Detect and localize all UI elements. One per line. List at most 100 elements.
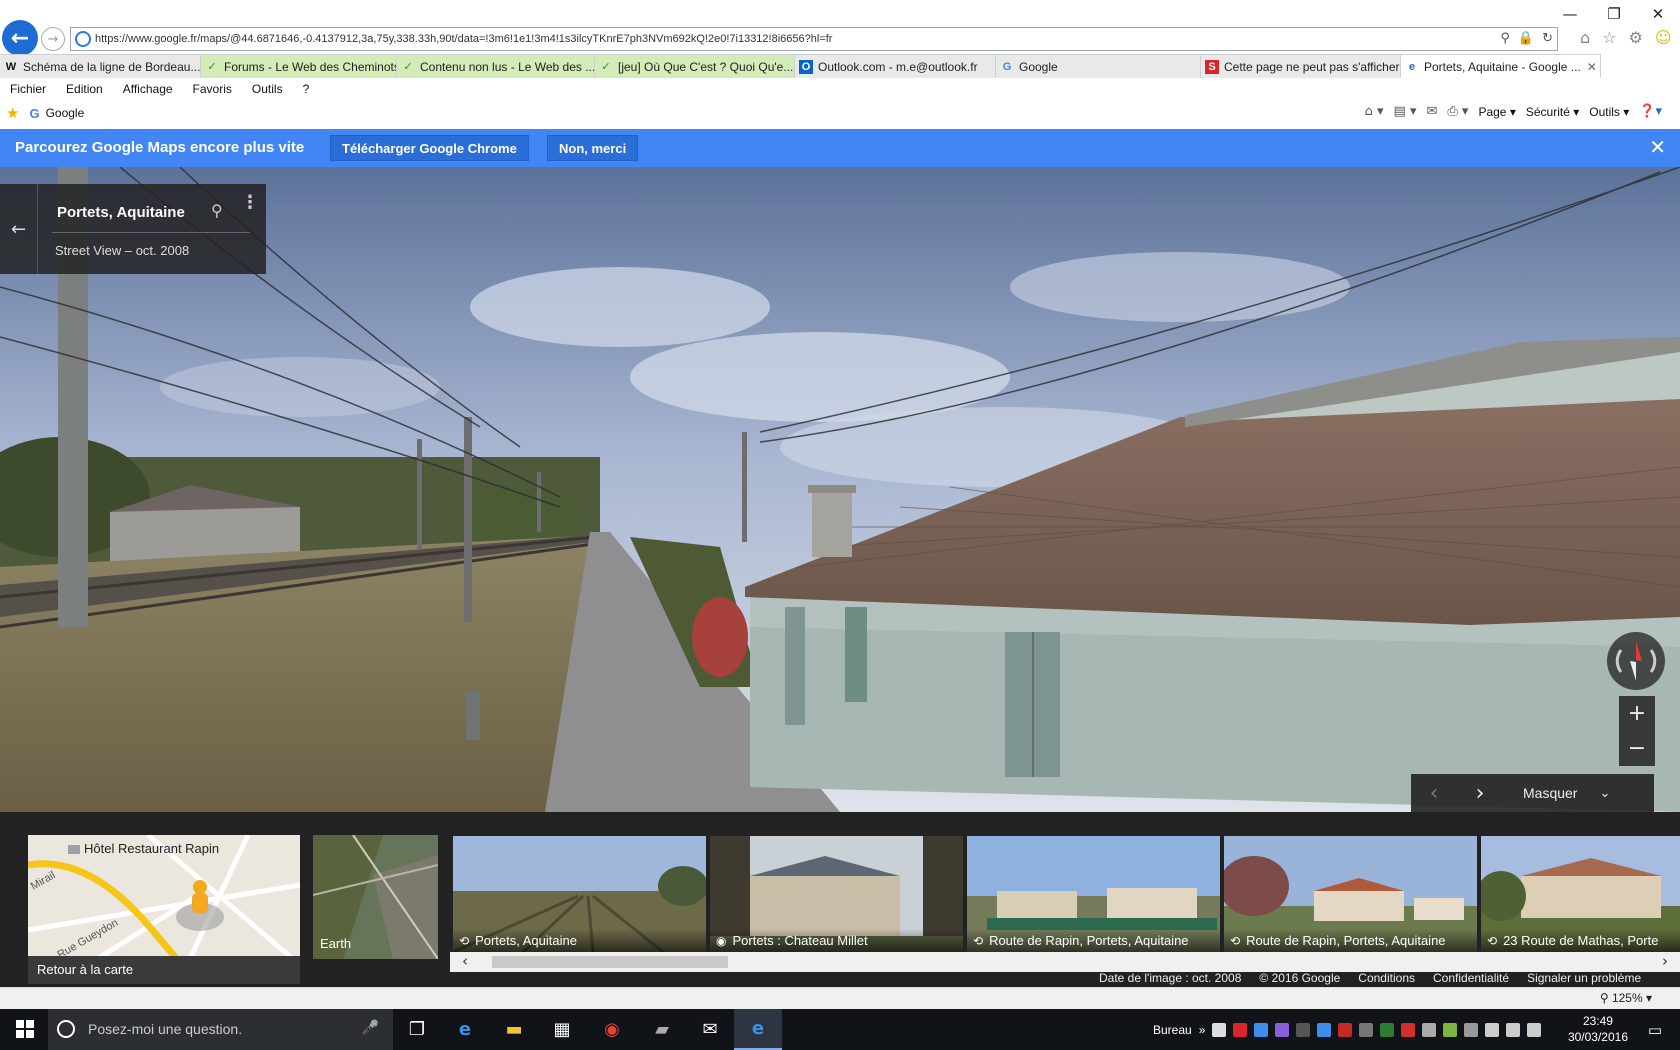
- menu-outils[interactable]: Outils: [242, 79, 293, 99]
- tray-app-icon[interactable]: [1275, 1022, 1290, 1037]
- clock[interactable]: 23:49 30/03/2016: [1568, 1013, 1628, 1045]
- tools-menu[interactable]: Outils ▾: [1589, 105, 1629, 119]
- mail-icon[interactable]: ✉: [686, 1009, 734, 1050]
- close-tab-icon[interactable]: ✕: [1587, 60, 1597, 74]
- zoom-level[interactable]: ⚲ 125% ▾: [1600, 991, 1652, 1005]
- home-icon[interactable]: ⌂ ▾: [1365, 104, 1384, 119]
- onedrive-icon[interactable]: [1212, 1022, 1227, 1037]
- menu-help[interactable]: ?: [293, 79, 320, 99]
- smiley-icon[interactable]: ☺: [1655, 28, 1672, 47]
- app-icon[interactable]: ▰: [638, 1009, 686, 1050]
- chevron-icon[interactable]: »: [1199, 1023, 1206, 1037]
- photo-thumbnail[interactable]: ⟲ Route de Rapin, Portets, Aquitaine: [967, 836, 1220, 952]
- tray-app-icon[interactable]: [1254, 1022, 1269, 1037]
- network-icon[interactable]: [1485, 1022, 1500, 1037]
- keyboard-icon[interactable]: [1527, 1022, 1542, 1037]
- tab-contenu[interactable]: ✓ Contenu non lus - Le Web des ...: [397, 54, 595, 78]
- zoom-out-icon[interactable]: −: [1619, 731, 1655, 766]
- close-banner-icon[interactable]: ✕: [1649, 135, 1666, 159]
- security-menu[interactable]: Sécurité ▾: [1526, 105, 1579, 119]
- tray-app-icon[interactable]: [1296, 1022, 1311, 1037]
- scrollbar-thumb[interactable]: [492, 956, 728, 968]
- tab-google[interactable]: G Google: [996, 54, 1201, 78]
- next-arrow-icon[interactable]: ›: [1457, 781, 1503, 806]
- tab-outlook[interactable]: O Outlook.com - m.e@outlook.fr: [795, 54, 996, 78]
- tray-app-icon[interactable]: [1464, 1022, 1479, 1037]
- report-link[interactable]: Signaler un problème: [1518, 970, 1650, 987]
- more-options-icon[interactable]: ⋮: [241, 194, 259, 212]
- system-tray: Bureau »: [1153, 1009, 1542, 1050]
- address-bar[interactable]: https://www.google.fr/maps/@44.6871646,-…: [70, 27, 1558, 51]
- windows-start-icon[interactable]: [16, 1020, 34, 1038]
- microphone-icon[interactable]: 🎤: [362, 1020, 379, 1036]
- restore-icon[interactable]: ❐: [1592, 0, 1636, 28]
- earth-view-button[interactable]: Earth: [313, 835, 438, 959]
- map-pin-icon[interactable]: ⚲: [211, 201, 223, 220]
- scroll-left-icon[interactable]: ‹: [462, 952, 468, 970]
- hide-button[interactable]: Masquer: [1523, 785, 1577, 801]
- internet-explorer-icon[interactable]: e: [734, 1009, 782, 1050]
- photo-thumbnail[interactable]: ⟲ Route de Rapin, Portets, Aquitaine: [1224, 836, 1477, 952]
- tray-app-icon[interactable]: [1380, 1022, 1395, 1037]
- zoom-in-icon[interactable]: +: [1619, 696, 1655, 731]
- store-icon[interactable]: ▦: [538, 1009, 586, 1050]
- feeds-icon[interactable]: ▤ ▾: [1394, 104, 1417, 119]
- search-icon[interactable]: ⚲: [1500, 31, 1510, 46]
- lock-icon[interactable]: 🔒: [1518, 31, 1534, 46]
- tray-app-icon[interactable]: [1359, 1022, 1374, 1037]
- back-arrow-icon[interactable]: ←: [0, 184, 38, 274]
- chrome-icon[interactable]: ◉: [588, 1009, 636, 1050]
- menu-fichier[interactable]: Fichier: [0, 79, 56, 99]
- home-icon[interactable]: ⌂: [1580, 28, 1590, 47]
- gear-icon[interactable]: ⚙: [1629, 28, 1643, 47]
- tray-app-icon[interactable]: [1317, 1022, 1332, 1037]
- tab-error[interactable]: S Cette page ne peut pas s'afficher: [1201, 54, 1401, 78]
- task-view-icon[interactable]: ❐: [393, 1009, 441, 1050]
- desktop-label[interactable]: Bureau: [1153, 1023, 1192, 1037]
- photo-thumbnail[interactable]: ⟲ Portets, Aquitaine: [453, 836, 706, 952]
- edge-icon[interactable]: e: [441, 1009, 489, 1050]
- favorites-star-icon[interactable]: ☆: [1602, 28, 1616, 47]
- tray-app-icon[interactable]: [1338, 1022, 1353, 1037]
- download-chrome-button[interactable]: Télécharger Google Chrome: [330, 135, 529, 161]
- terms-link[interactable]: Conditions: [1349, 970, 1424, 987]
- cortana-search-box[interactable]: Posez-moi une question. 🎤: [48, 1009, 393, 1050]
- compass-control[interactable]: [1607, 632, 1665, 690]
- help-icon[interactable]: ❓▾: [1639, 104, 1662, 119]
- volume-icon[interactable]: [1506, 1022, 1521, 1037]
- collapse-chevron-icon[interactable]: ⌄: [1599, 786, 1610, 801]
- menu-affichage[interactable]: Affichage: [113, 79, 183, 99]
- page-menu[interactable]: Page ▾: [1478, 105, 1515, 119]
- back-button[interactable]: ←: [2, 20, 38, 56]
- prev-arrow-icon[interactable]: ‹: [1411, 781, 1457, 806]
- mini-map[interactable]: Hôtel Restaurant Rapin Mirail Rue Gueydo…: [28, 835, 300, 984]
- print-icon[interactable]: ⎙ ▾: [1447, 104, 1468, 119]
- menu-favoris[interactable]: Favoris: [183, 79, 242, 99]
- forward-button[interactable]: →: [41, 27, 65, 51]
- tab-portets[interactable]: e Portets, Aquitaine - Google ... ✕: [1401, 54, 1601, 78]
- menu-edition[interactable]: Edition: [56, 79, 113, 99]
- tray-app-icon[interactable]: [1422, 1022, 1437, 1037]
- tray-app-icon[interactable]: [1443, 1022, 1458, 1037]
- url-text[interactable]: https://www.google.fr/maps/@44.6871646,-…: [95, 33, 832, 45]
- minimize-icon[interactable]: —: [1548, 0, 1592, 28]
- refresh-icon[interactable]: ↻: [1542, 31, 1553, 46]
- strip-scrollbar[interactable]: ‹ ›: [450, 952, 1680, 972]
- favorites-icon[interactable]: ★: [6, 104, 19, 122]
- tray-app-icon[interactable]: [1401, 1022, 1416, 1037]
- file-explorer-icon[interactable]: ▬: [490, 1009, 538, 1050]
- mail-icon[interactable]: ✉: [1426, 104, 1437, 119]
- privacy-link[interactable]: Confidentialité: [1424, 970, 1518, 987]
- favorite-google[interactable]: Google: [46, 106, 85, 120]
- scroll-right-icon[interactable]: ›: [1662, 952, 1668, 970]
- notifications-icon[interactable]: ▭: [1648, 1021, 1662, 1039]
- photo-thumbnail[interactable]: ⟲ 23 Route de Mathas, Porte: [1481, 836, 1680, 952]
- decline-button[interactable]: Non, merci: [547, 135, 639, 161]
- sfr-icon[interactable]: [1233, 1022, 1248, 1037]
- tab-forums[interactable]: ✓ Forums - Le Web des Cheminots: [201, 54, 397, 78]
- close-window-icon[interactable]: ✕: [1636, 0, 1680, 28]
- tab-schema[interactable]: W Schéma de la ligne de Bordeau...: [0, 54, 201, 78]
- photo-thumbnail[interactable]: ◉ Portets : Chateau Millet: [710, 836, 963, 952]
- back-to-map-button[interactable]: Retour à la carte: [28, 956, 300, 984]
- tab-jeu[interactable]: ✓ [jeu] Où Que C'est ? Quoi Qu'e...: [595, 54, 795, 78]
